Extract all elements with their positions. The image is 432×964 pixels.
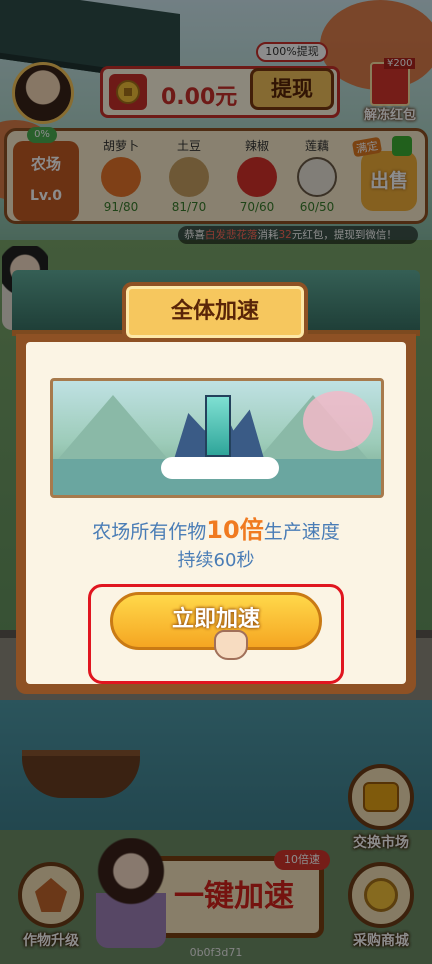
modal-duration: 持续60秒 (177, 550, 255, 571)
modal-title: 全体加速 (170, 299, 259, 324)
waterfall-icon (205, 395, 231, 457)
speed-multiplier: 10倍 (206, 516, 264, 544)
mountain (53, 395, 173, 465)
desc-prefix: 农场所有作物 (92, 521, 207, 543)
desc-suffix: 生产速度 (263, 521, 340, 543)
blossom-tree (303, 391, 373, 451)
waterfall-scene-image (50, 378, 384, 498)
cloud (161, 457, 279, 479)
highlight-frame (88, 584, 344, 684)
modal-description: 农场所有作物10倍生产速度 (0, 510, 432, 545)
modal-title-plate: 全体加速 (122, 282, 308, 342)
